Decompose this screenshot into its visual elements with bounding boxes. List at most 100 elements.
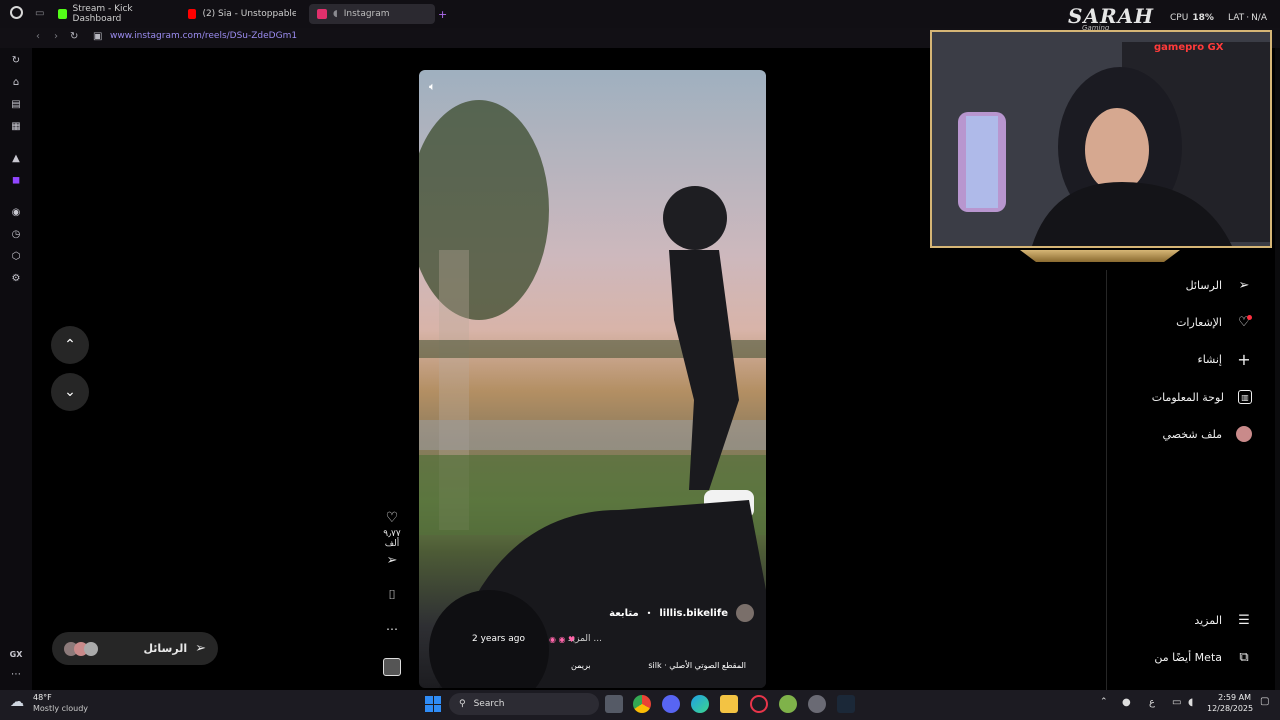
obs-icon[interactable] bbox=[808, 695, 826, 713]
reload-icon[interactable]: ↻ bbox=[70, 31, 78, 42]
opera-gx-icon[interactable] bbox=[750, 695, 768, 713]
nav-create[interactable]: إنشاء + bbox=[1198, 348, 1252, 370]
previous-reel-button[interactable]: ⌃ bbox=[51, 326, 89, 364]
messages-label: الرسائل bbox=[143, 642, 188, 655]
nav-dashboard[interactable]: لوحة المعلومات ▥ bbox=[1152, 386, 1252, 408]
weather-temp[interactable]: 48°F bbox=[33, 693, 52, 702]
extensions-icon[interactable]: ⬡ bbox=[8, 250, 24, 264]
tab-youtube[interactable]: (2) Sia - Unstoppable (Ly bbox=[180, 4, 304, 24]
app-icon[interactable] bbox=[779, 695, 797, 713]
steam-icon[interactable] bbox=[837, 695, 855, 713]
streamer-logo: SARAH bbox=[1068, 4, 1154, 28]
more-icon[interactable]: ⋯ bbox=[8, 668, 24, 682]
share-icon[interactable]: ➢ bbox=[380, 553, 404, 568]
language-indicator[interactable]: ع bbox=[1149, 697, 1155, 708]
nav-label: الرسائل bbox=[1185, 278, 1222, 292]
mute-icon[interactable]: 🔈︎ bbox=[429, 80, 436, 94]
more-options-icon[interactable]: ⋯ bbox=[380, 622, 404, 636]
nav-label: أيضًا من Meta bbox=[1154, 650, 1222, 664]
windows-start-icon[interactable] bbox=[425, 696, 441, 712]
forward-icon[interactable]: › bbox=[54, 31, 58, 42]
nav-meta[interactable]: أيضًا من Meta ⧉ bbox=[1154, 646, 1252, 668]
avatar[interactable] bbox=[736, 604, 754, 622]
settings-icon[interactable]: ⚙ bbox=[8, 272, 24, 286]
post-time: 2 years ago bbox=[472, 634, 525, 644]
clock-time[interactable]: 2:59 AM bbox=[1207, 693, 1251, 702]
weather-desc[interactable]: Mostly cloudy bbox=[33, 704, 88, 713]
opera-gx-logo-icon[interactable] bbox=[10, 6, 23, 19]
cpu-readout: CPU 18% bbox=[1170, 13, 1214, 23]
audio-thumbnail[interactable] bbox=[383, 658, 401, 676]
plus-icon: + bbox=[1237, 349, 1251, 369]
dashboard-icon: ▥ bbox=[1238, 390, 1252, 404]
send-icon: ➢ bbox=[1238, 277, 1250, 293]
webcam-scene bbox=[932, 32, 1270, 246]
tab-label: Stream - Kick Dashboard bbox=[72, 4, 133, 24]
chrome-icon[interactable] bbox=[633, 695, 651, 713]
nav-notifications[interactable]: الإشعارات ♡ bbox=[1176, 311, 1252, 333]
search-icon: ⚲ bbox=[459, 699, 466, 709]
refresh-icon[interactable]: ↻ bbox=[8, 54, 24, 68]
reel-video[interactable]: 🔈︎ متابعة • lillis.bikelife المزيد ... 2… bbox=[419, 70, 766, 688]
nav-label: الإشعارات bbox=[1176, 315, 1222, 329]
kick-icon bbox=[58, 9, 67, 19]
audio-label[interactable]: silk · المقطع الصوتي الأصلي bbox=[648, 661, 746, 670]
like-button[interactable]: ♡ bbox=[380, 510, 404, 526]
nav-profile[interactable]: ملف شخصي bbox=[1163, 423, 1252, 445]
tab-menu-icon[interactable]: ▭ bbox=[35, 8, 44, 19]
task-view-icon[interactable] bbox=[605, 695, 623, 713]
nav-label: ملف شخصي bbox=[1162, 427, 1222, 441]
wallet-icon[interactable]: ⌂ bbox=[8, 76, 24, 90]
image-icon[interactable]: ▤ bbox=[8, 98, 24, 112]
avatar-icon bbox=[1236, 426, 1252, 442]
like-count: ٩٫٧٧ ألف bbox=[383, 529, 401, 549]
edge-icon[interactable] bbox=[691, 695, 709, 713]
location-label[interactable]: بريمن bbox=[571, 661, 591, 670]
search-placeholder: Search bbox=[473, 699, 505, 709]
tray-chevron-icon[interactable]: ⌃ bbox=[1100, 697, 1108, 707]
file-explorer-icon[interactable] bbox=[720, 695, 738, 713]
emoji-icons: ◉ ◉ ♥ bbox=[549, 635, 576, 644]
tab-instagram[interactable]: ◖ Instagram bbox=[309, 4, 435, 24]
webcam-overlay: gamepro GX bbox=[930, 30, 1272, 248]
messages-pill[interactable]: الرسائل ➢ bbox=[52, 632, 218, 665]
history-icon[interactable]: ◷ bbox=[8, 228, 24, 242]
discord-icon[interactable] bbox=[662, 695, 680, 713]
url-field[interactable]: www.instagram.com/reels/DSu-ZdeDGm1 bbox=[110, 31, 297, 41]
clock-date[interactable]: 12/28/2025 bbox=[1207, 704, 1253, 713]
nav-divider bbox=[1106, 270, 1107, 690]
mail-icon[interactable]: ▦ bbox=[8, 120, 24, 134]
back-icon[interactable]: ‹ bbox=[36, 31, 40, 42]
youtube-icon bbox=[188, 9, 197, 19]
gx-label[interactable]: GX bbox=[8, 648, 24, 662]
chevron-up-icon: ⌃ bbox=[64, 337, 76, 353]
notification-icon[interactable]: ▢ bbox=[1260, 696, 1269, 707]
tab-label: Instagram bbox=[343, 9, 390, 19]
speaker-icon: ◖ bbox=[333, 9, 338, 19]
username[interactable]: lillis.bikelife bbox=[659, 608, 728, 619]
save-icon[interactable]: ⌷ bbox=[380, 588, 404, 603]
aria-icon[interactable]: ▲ bbox=[8, 152, 24, 166]
play-icon[interactable]: ◉ bbox=[8, 206, 24, 220]
follow-button[interactable]: متابعة bbox=[609, 608, 639, 619]
lat-readout: LAT · N/A bbox=[1228, 13, 1267, 23]
lock-icon: ▣ bbox=[93, 31, 103, 42]
new-tab-button[interactable]: + bbox=[438, 8, 447, 21]
reel-scene bbox=[419, 100, 766, 688]
volume-icon[interactable]: ◖ bbox=[1188, 697, 1193, 708]
network-icon[interactable]: ▭ bbox=[1172, 697, 1181, 708]
send-icon: ➢ bbox=[195, 641, 206, 656]
nav-label: إنشاء bbox=[1197, 352, 1222, 366]
tab-kick[interactable]: Stream - Kick Dashboard bbox=[50, 4, 176, 24]
nav-messages[interactable]: الرسائل ➢ bbox=[1186, 274, 1252, 296]
taskbar-search[interactable]: ⚲ Search bbox=[449, 693, 599, 715]
next-reel-button[interactable]: ⌄ bbox=[51, 373, 89, 411]
cloud-icon: ☁ bbox=[10, 694, 24, 710]
browser-sidebar: ↻ ⌂ ▤ ▦ ▲ ◼ ◉ ◷ ⬡ ⚙ GX ⋯ bbox=[0, 48, 32, 690]
chevron-down-icon: ⌄ bbox=[64, 384, 76, 400]
nav-more[interactable]: المزيد ☰ bbox=[1194, 609, 1252, 631]
lat-label: LAT bbox=[1228, 13, 1245, 23]
twitch-icon[interactable]: ◼ bbox=[8, 174, 24, 188]
microphone-icon[interactable]: ● bbox=[1122, 697, 1131, 708]
tab-label: (2) Sia - Unstoppable (Ly bbox=[202, 9, 296, 19]
